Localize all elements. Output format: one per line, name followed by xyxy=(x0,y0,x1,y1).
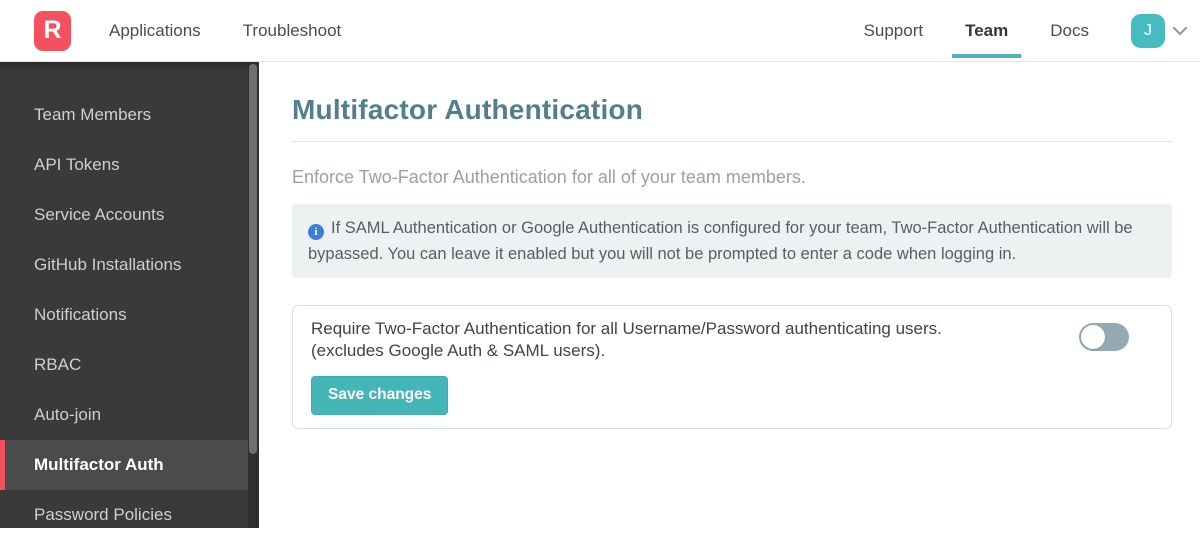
navbar-right-links: Support Team Docs J xyxy=(864,13,1200,58)
nav-link-troubleshoot[interactable]: Troubleshoot xyxy=(243,21,342,41)
info-icon: i xyxy=(308,224,324,240)
two-factor-setting-card: Require Two-Factor Authentication for al… xyxy=(292,305,1172,429)
sidebar-item-github-installations[interactable]: GitHub Installations xyxy=(0,240,248,290)
nav-link-support[interactable]: Support xyxy=(864,21,924,41)
top-navbar: R Applications Troubleshoot Support Team… xyxy=(0,0,1200,62)
nav-link-applications[interactable]: Applications xyxy=(109,21,201,41)
sidebar-item-api-tokens[interactable]: API Tokens xyxy=(0,140,248,190)
user-menu[interactable]: J xyxy=(1131,13,1188,48)
nav-link-team[interactable]: Team xyxy=(952,21,1022,58)
nav-link-docs[interactable]: Docs xyxy=(1050,21,1089,41)
sidebar-item-notifications[interactable]: Notifications xyxy=(0,290,248,340)
setting-label-line1: Require Two-Factor Authentication for al… xyxy=(311,319,942,338)
save-changes-button[interactable]: Save changes xyxy=(311,376,449,415)
navbar-left-links: Applications Troubleshoot xyxy=(109,21,341,41)
intro-text: Enforce Two-Factor Authentication for al… xyxy=(292,167,806,187)
chevron-down-icon[interactable] xyxy=(1172,26,1188,36)
title-divider xyxy=(292,141,1172,142)
page-title: Multifactor Authentication xyxy=(292,94,644,125)
sidebar-item-multifactor-auth[interactable]: Multifactor Auth xyxy=(0,440,248,490)
toggle-knob xyxy=(1081,325,1105,349)
sidebar-item-rbac[interactable]: RBAC xyxy=(0,340,248,390)
sidebar-item-auto-join[interactable]: Auto-join xyxy=(0,390,248,440)
main-content: Multifactor Authentication Enforce Two-F… xyxy=(259,62,1200,528)
sidebar-scrollbar-thumb[interactable] xyxy=(249,64,257,454)
rollbar-logo-icon[interactable]: R xyxy=(34,10,71,51)
sidebar-item-service-accounts[interactable]: Service Accounts xyxy=(0,190,248,240)
two-factor-toggle[interactable] xyxy=(1079,323,1129,351)
info-note-text: If SAML Authentication or Google Authent… xyxy=(308,219,1133,263)
sidebar-item-password-policies[interactable]: Password Policies xyxy=(0,490,248,540)
sidebar-item-team-members[interactable]: Team Members xyxy=(0,90,248,140)
avatar[interactable]: J xyxy=(1131,13,1165,48)
setting-label: Require Two-Factor Authentication for al… xyxy=(311,318,1059,415)
info-note: i If SAML Authentication or Google Authen… xyxy=(292,204,1172,278)
setting-label-line2: (excludes Google Auth & SAML users). xyxy=(311,340,606,360)
settings-sidebar: Team Members API Tokens Service Accounts… xyxy=(0,62,259,528)
